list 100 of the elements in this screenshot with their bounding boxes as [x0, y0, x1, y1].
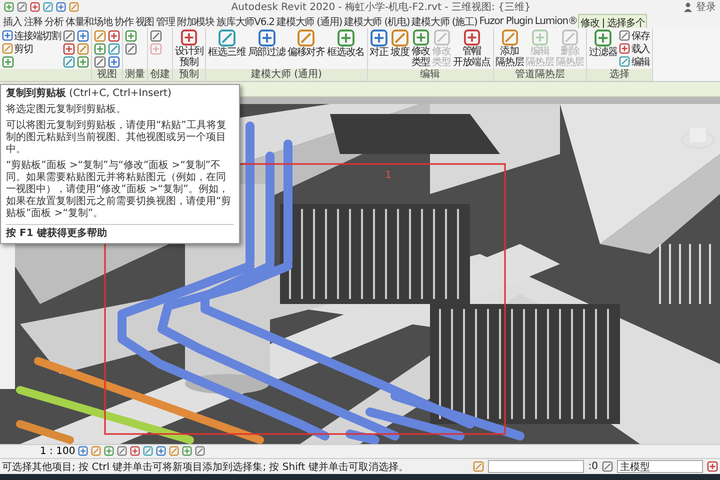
ribbon-tab[interactable]: 族库大师V6.2: [216, 14, 276, 28]
tool-button[interactable]: 添加 隔热层: [494, 29, 525, 68]
tool-button[interactable]: [62, 55, 76, 68]
tool-icon: [94, 42, 106, 55]
tool-icon: [125, 30, 138, 42]
tool-icon: [530, 29, 549, 46]
ribbon-tab[interactable]: 建模大师 (通用): [275, 14, 344, 28]
tool-button[interactable]: [107, 42, 122, 56]
view-control-button[interactable]: [182, 446, 192, 456]
tool-icon: [2, 56, 14, 68]
tool-icon: [150, 30, 162, 42]
status-message: 可选择其他项目; 按 Ctrl 键并单击可将新项目添加到选择集; 按 Shift 键并单击可取消选择。: [2, 460, 410, 474]
tool-icon: [169, 446, 180, 456]
tool-button[interactable]: [93, 42, 108, 56]
tool-icon: [619, 43, 630, 54]
tool-button[interactable]: [62, 29, 76, 42]
ribbon-tab[interactable]: 视图: [134, 14, 156, 28]
view-control-button[interactable]: [91, 446, 102, 456]
panel-label: 选择: [587, 69, 652, 82]
panel-label: 预制: [173, 69, 206, 82]
tool-button[interactable]: 修改 类型: [410, 29, 432, 68]
tool-icon: [78, 446, 88, 456]
quick-access-button[interactable]: [56, 2, 66, 12]
ribbon-tab[interactable]: 修改 | 选择多个: [578, 14, 647, 28]
ribbon-tab[interactable]: 附加模块: [176, 14, 216, 28]
view-control-button[interactable]: [104, 446, 114, 456]
sign-in-link[interactable]: 登录: [696, 0, 716, 14]
tool-button[interactable]: [76, 55, 90, 68]
tooltip-title: 复制到剪贴板 (Ctrl+C, Ctrl+Insert): [6, 88, 172, 100]
tool-button[interactable]: 偏移对齐: [286, 29, 326, 68]
workset-field[interactable]: [488, 460, 584, 474]
tool-button[interactable]: [62, 42, 76, 56]
tool-icon: [370, 29, 388, 48]
view-control-button[interactable]: [117, 446, 128, 456]
panel-label: 管道隔热层: [494, 69, 586, 82]
tool-button[interactable]: 管帽 开放端点: [452, 29, 492, 68]
tool-button[interactable]: 局部过滤: [246, 29, 286, 68]
quick-access-button[interactable]: [17, 2, 27, 12]
tool-icon: [218, 29, 236, 48]
tool-icon: [43, 2, 53, 12]
view-control-button[interactable]: [78, 446, 88, 456]
view-control-button[interactable]: [169, 446, 180, 456]
view-control-button[interactable]: [156, 446, 166, 456]
tool-button[interactable]: [93, 29, 108, 42]
tool-icon: [63, 56, 76, 68]
ribbon-tab[interactable]: 建模大师 (机电): [343, 14, 411, 28]
quick-access-button[interactable]: [30, 2, 40, 12]
view-control-button[interactable]: [130, 446, 140, 456]
view-control-button[interactable]: [195, 446, 206, 456]
user-icon: [683, 2, 693, 12]
tool-icon: [108, 30, 120, 42]
ribbon-tab[interactable]: 体量和场地: [64, 14, 114, 28]
tool-button[interactable]: 对正: [368, 29, 390, 68]
tool-button[interactable]: [76, 29, 90, 42]
tool-button[interactable]: 坡度: [389, 29, 410, 68]
tool-button[interactable]: 载入: [618, 42, 652, 56]
tool-icon: [619, 56, 630, 68]
ribbon-tab[interactable]: 建模大师 (施工): [410, 14, 478, 28]
quick-access-button[interactable]: [4, 2, 14, 12]
ribbon-tab[interactable]: Fuzor Plugin: [478, 14, 534, 28]
tool-icon: [143, 446, 154, 456]
tool-button[interactable]: [107, 55, 122, 68]
tool-icon: [130, 446, 140, 456]
tool-icon: [94, 30, 106, 42]
tool-button[interactable]: 框选三维: [207, 29, 247, 68]
tool-icon: [150, 42, 162, 55]
tool-icon: [94, 56, 106, 68]
panel-label: 编辑: [368, 69, 493, 82]
ribbon-tab[interactable]: Lumion®: [534, 14, 578, 28]
tool-button[interactable]: [76, 42, 90, 56]
tool-icon: [297, 29, 316, 48]
tool-button[interactable]: 编辑: [618, 55, 652, 68]
tool-icon: [17, 2, 27, 12]
panel-label: 视图: [92, 69, 122, 82]
window-title: Autodesk Revit 2020 - 梅虹小学-机电-F2.rvt - 三维视图: {三维}: [230, 0, 532, 14]
tool-icon: [462, 29, 481, 46]
quick-access-button[interactable]: [69, 2, 79, 12]
tool-button[interactable]: 保存: [618, 29, 652, 42]
tool-icon: [2, 43, 13, 54]
tool-button[interactable]: 框选改名: [326, 29, 366, 68]
ribbon-tab[interactable]: 插入: [2, 14, 23, 28]
model-dropdown[interactable]: 主模型: [617, 460, 703, 474]
ribbon-tab[interactable]: 管理: [155, 14, 176, 28]
tool-button[interactable]: [93, 55, 108, 68]
ribbon-tab[interactable]: 分析: [44, 14, 64, 28]
quick-access-button[interactable]: [43, 2, 53, 12]
tool-icon: [56, 2, 66, 12]
ribbon-tab[interactable]: 注释: [22, 14, 44, 28]
view-control-button[interactable]: [143, 446, 154, 456]
view-scale[interactable]: 1 : 100: [40, 446, 76, 457]
tool-button[interactable]: 连接端切割: [1, 29, 62, 42]
tool-icon: [77, 56, 90, 68]
selection-number-label: 1: [385, 170, 392, 180]
tool-button[interactable]: [107, 29, 122, 42]
selection-count: :0: [588, 461, 598, 472]
tool-button[interactable]: 设计到 预制: [174, 29, 204, 68]
tooltip-description: 将选定图元复制到剪贴板。: [6, 104, 127, 116]
tool-button[interactable]: 剪切: [1, 42, 62, 56]
ribbon-tab[interactable]: 协作: [113, 14, 134, 28]
tool-button[interactable]: 过滤器: [588, 29, 618, 68]
